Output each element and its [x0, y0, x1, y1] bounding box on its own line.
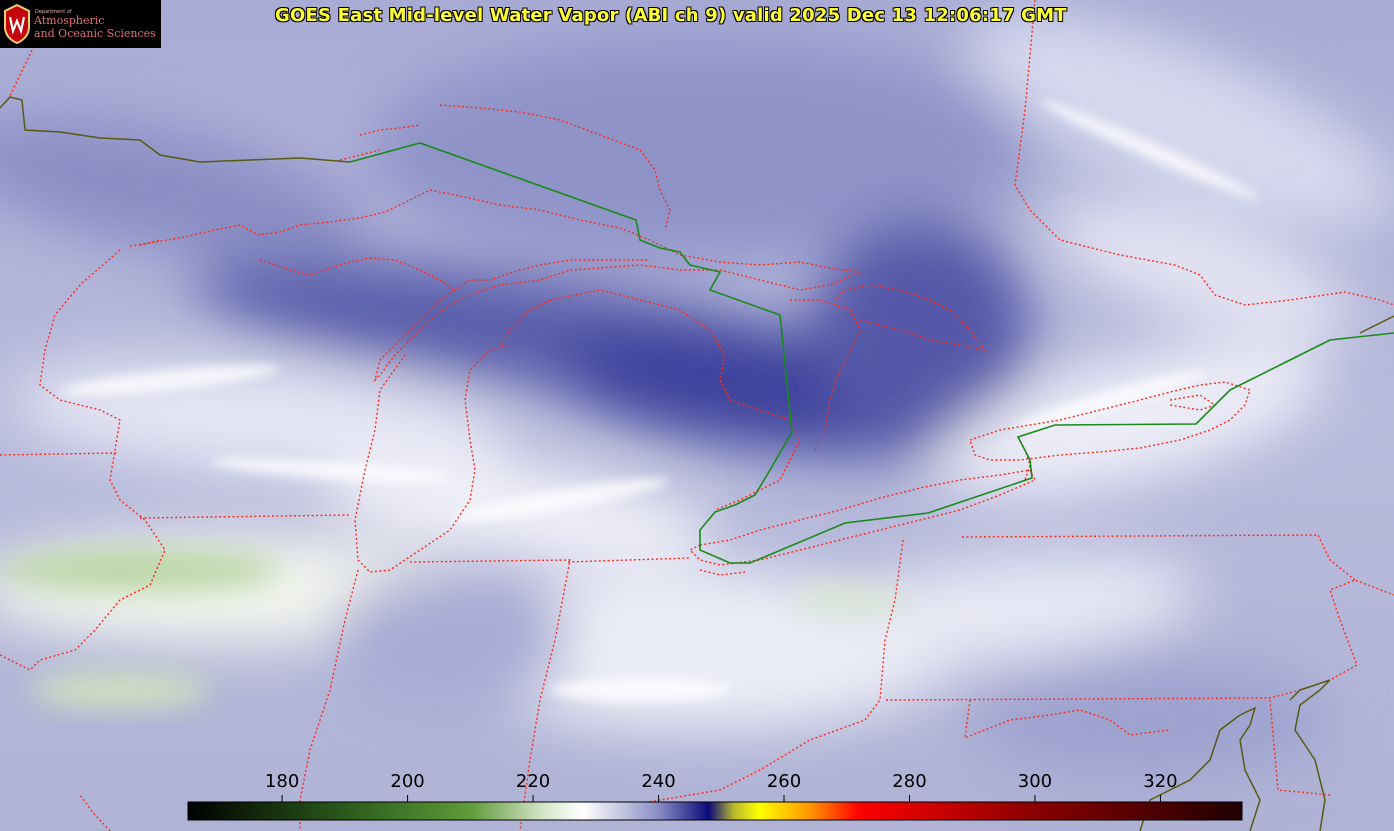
- logo-line2: and Oceanic Sciences: [34, 27, 156, 40]
- uw-crest-icon: [4, 3, 30, 45]
- colorbar-tick-label: 200: [390, 771, 425, 792]
- image-title: GOES East Mid-level Water Vapor (ABI ch …: [275, 5, 1067, 26]
- water-vapor-map: [0, 0, 1394, 831]
- colorbar-tick-label: 320: [1143, 771, 1178, 792]
- colorbar-tick-label: 260: [766, 771, 802, 792]
- aos-logo: Department of Atmospheric and Oceanic Sc…: [0, 0, 161, 48]
- colorbar-tick-label: 220: [515, 771, 551, 792]
- logo-line1: Atmospheric: [34, 14, 105, 27]
- map-viewer: Department of Atmospheric and Oceanic Sc…: [0, 0, 1394, 831]
- colorbar-tick-label: 300: [1017, 771, 1053, 792]
- colorbar-tick-label: 280: [892, 771, 927, 792]
- colorbar-tick-label: 240: [641, 771, 676, 792]
- colorbar: [187, 801, 1243, 821]
- colorbar-tick-label: 180: [264, 771, 300, 792]
